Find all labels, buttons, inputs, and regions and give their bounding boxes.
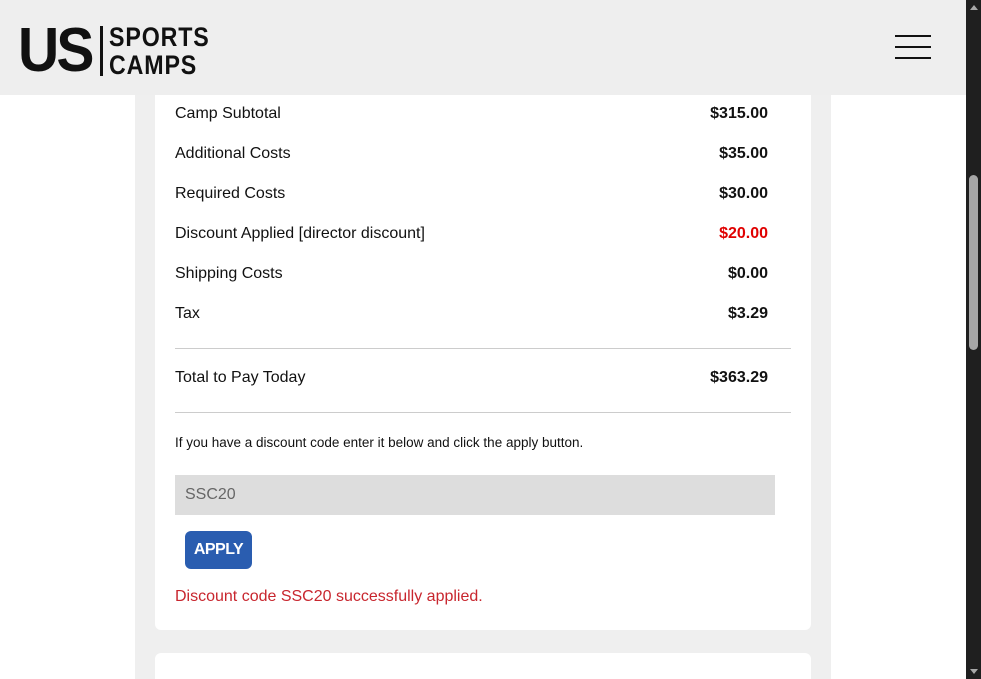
summary-row-tax: Tax $3.29 [175,305,768,325]
logo-words: SPORTS CAMPS [109,22,226,80]
row-label: Camp Subtotal [175,105,281,122]
next-section-card [155,653,811,679]
discount-code-input[interactable] [175,475,775,515]
summary-row-total: Total to Pay Today $363.29 [175,369,768,389]
scrollbar-thumb[interactable] [969,175,978,350]
row-value: $315.00 [710,105,768,122]
divider [175,412,791,413]
scroll-down-arrow-icon[interactable] [966,664,981,679]
row-label: Tax [175,305,200,322]
logo-sports-text: SPORTS [109,22,210,52]
summary-row-camp-subtotal: Camp Subtotal $315.00 [175,105,768,125]
summary-row-discount-applied: Discount Applied [director discount] $20… [175,225,768,245]
menu-line [895,57,931,59]
row-label: Additional Costs [175,145,291,162]
scroll-up-arrow-icon[interactable] [966,0,981,15]
row-value: $3.29 [727,305,768,322]
summary-row-required-costs: Required Costs $30.00 [175,185,768,205]
row-value: $0.00 [727,265,768,282]
discount-instructions: If you have a discount code enter it bel… [175,435,584,450]
order-summary-card: Camp Subtotal $315.00 Additional Costs $… [155,95,811,630]
site-header: US SPORTS CAMPS [0,0,966,95]
menu-line [895,46,931,48]
hamburger-menu-icon[interactable] [895,34,931,60]
row-value: $35.00 [719,145,768,162]
total-label: Total to Pay Today [175,369,306,386]
row-label: Required Costs [175,185,286,202]
discount-success-message: Discount code SSC20 successfully applied… [175,588,483,605]
discount-value: $20.00 [719,225,768,242]
vertical-scrollbar[interactable] [966,0,981,679]
apply-button[interactable]: APPLY [185,531,252,569]
row-value: $30.00 [719,185,768,202]
logo-divider [100,26,104,76]
summary-row-additional-costs: Additional Costs $35.00 [175,145,768,165]
row-label: Shipping Costs [175,265,283,282]
row-label: Discount Applied [director discount] [175,225,425,242]
menu-line [895,35,931,37]
summary-row-shipping-costs: Shipping Costs $0.00 [175,265,768,285]
total-value: $363.29 [710,369,768,386]
logo-us-text: US [18,16,94,85]
us-sports-camps-logo[interactable]: US SPORTS CAMPS [18,16,226,85]
logo-camps-text: CAMPS [109,50,198,80]
divider [175,348,791,349]
